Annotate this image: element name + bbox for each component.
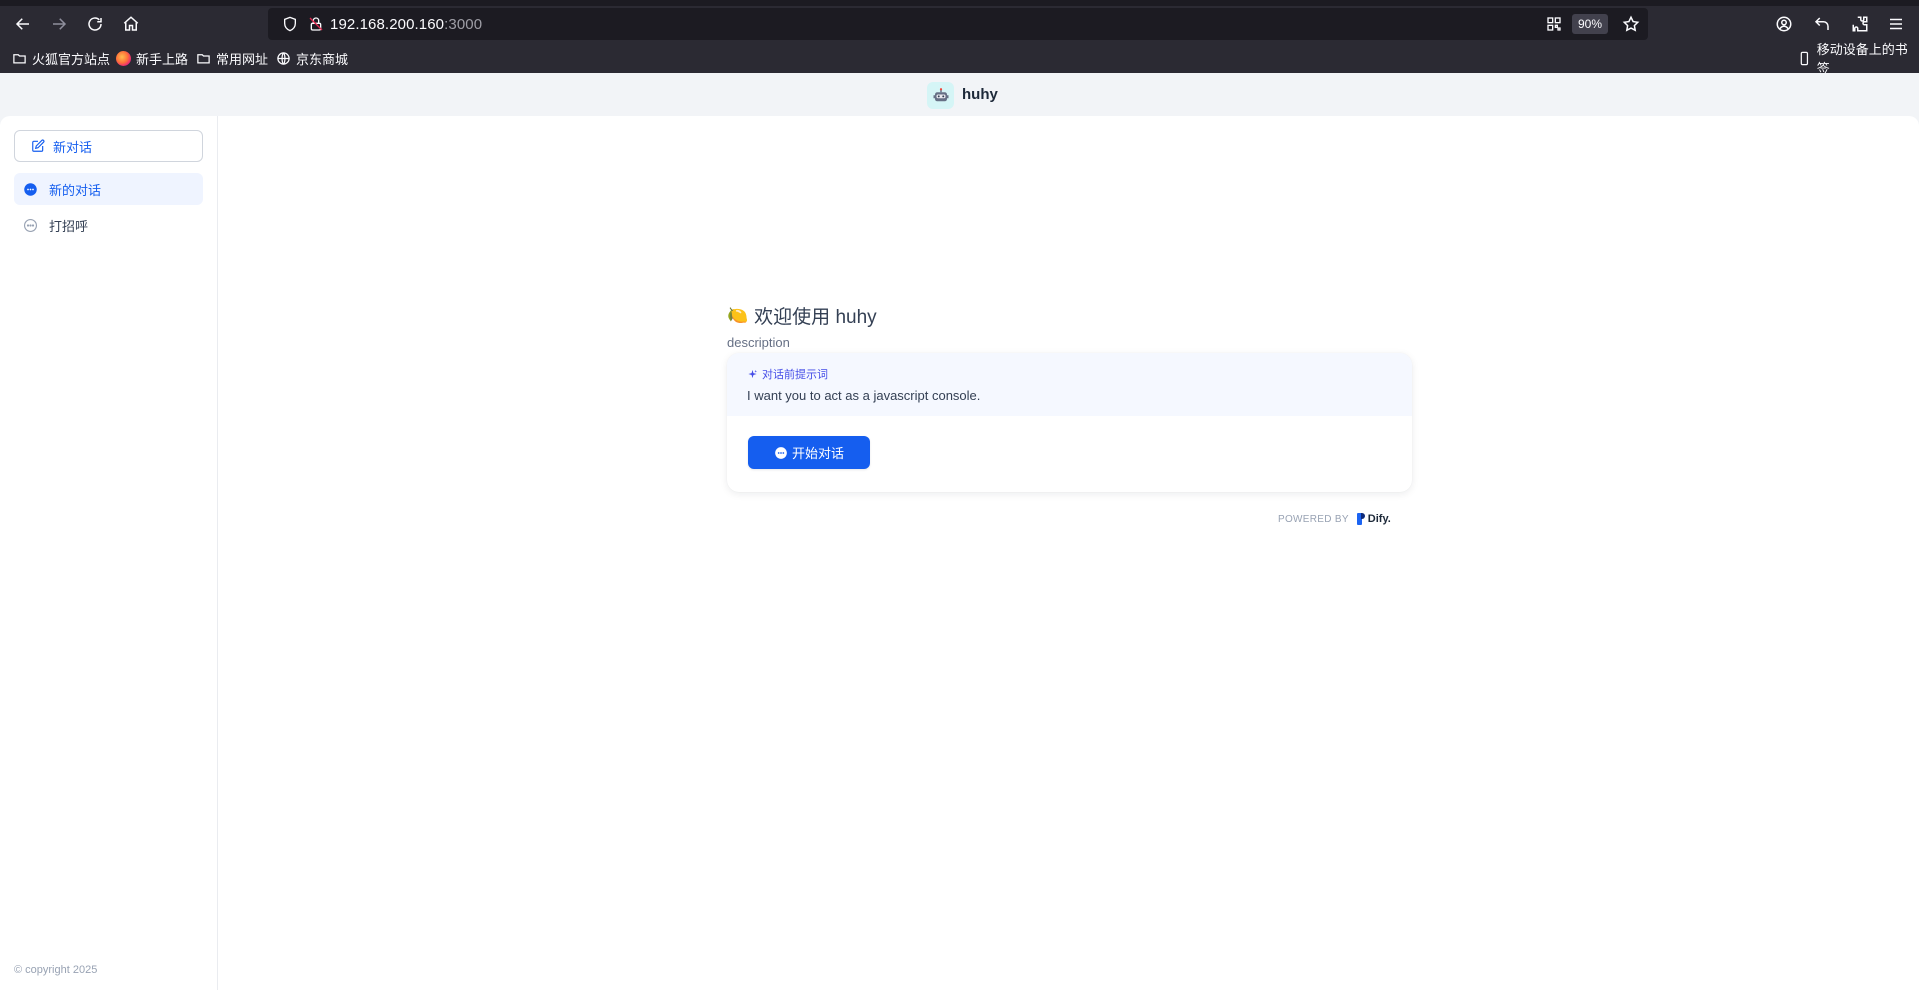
- edit-icon: [32, 139, 45, 152]
- bookmark-item[interactable]: 京东商城: [276, 48, 348, 68]
- back-button[interactable]: [9, 10, 37, 38]
- undo-arrow-icon: [1814, 17, 1829, 30]
- app-emoji: 🍋: [727, 305, 749, 325]
- conversation-item-active[interactable]: 新的对话: [14, 173, 203, 205]
- url-text[interactable]: 192.168.200.160:3000: [330, 16, 482, 33]
- prompt-card: 对话前提示词 I want you to act as a javascript…: [727, 353, 1412, 492]
- start-chat-label: 开始对话: [791, 446, 844, 461]
- welcome-description: description: [727, 335, 790, 350]
- globe-icon: [277, 51, 290, 65]
- reload-button[interactable]: [81, 10, 109, 38]
- bookmark-label: 京东商城: [296, 51, 349, 67]
- browser-toolbar: 192.168.200.160:3000 90%: [0, 6, 1919, 42]
- sparkle-icon: [748, 369, 758, 378]
- arrow-right-icon: [53, 18, 67, 30]
- address-bar[interactable]: 192.168.200.160:3000 90%: [268, 8, 1648, 40]
- prompt-label: 对话前提示词: [747, 366, 828, 382]
- conversation-label: 新的对话: [49, 182, 102, 198]
- bookmark-item[interactable]: 常用网址: [196, 48, 268, 68]
- chat-bubble-outline-icon: [24, 218, 37, 232]
- account-icon: [1776, 16, 1792, 32]
- reload-icon: [88, 17, 102, 31]
- menu-button[interactable]: [1882, 10, 1910, 38]
- bookmark-item[interactable]: 新手上路: [116, 48, 188, 68]
- url-port: :3000: [444, 16, 483, 33]
- shield-icon[interactable]: [282, 16, 298, 32]
- home-button[interactable]: [117, 10, 145, 38]
- conversation-item[interactable]: 打招呼: [14, 209, 203, 241]
- welcome-title-text: 欢迎使用 huhy: [754, 307, 877, 328]
- bookmark-star-icon[interactable]: [1622, 15, 1640, 33]
- url-host: 192.168.200.160: [330, 16, 445, 33]
- home-icon: [123, 16, 139, 31]
- sidebar: 新对话 新的对话 打招呼 © copyright 2025: [0, 116, 218, 990]
- powered-by: POWERED BY Dify.: [1278, 513, 1391, 525]
- prompt-label-text: 对话前提示词: [762, 369, 828, 381]
- mobile-bookmarks-label: 移动设备上的书签: [1816, 42, 1908, 76]
- folder-icon: [197, 53, 210, 63]
- prompt-text: I want you to act as a javascript consol…: [747, 388, 981, 403]
- bookmarks-bar: 火狐官方站点 新手上路 常用网址 京东商城 移动设备上的书签: [0, 42, 1919, 76]
- copyright-text: © copyright 2025: [14, 964, 98, 976]
- mobile-bookmarks[interactable]: 移动设备上的书签: [1797, 42, 1919, 76]
- browser-chrome: 192.168.200.160:3000 90% 火狐官方站点 新手上路 常用网…: [0, 0, 1919, 76]
- prompt-section: 对话前提示词 I want you to act as a javascript…: [727, 353, 1412, 416]
- forward-button[interactable]: [45, 10, 73, 38]
- new-chat-label: 新对话: [53, 139, 93, 155]
- robot-face: [933, 87, 948, 101]
- dify-logo[interactable]: Dify.: [1356, 513, 1391, 525]
- mobile-device-icon: [1800, 51, 1809, 65]
- new-chat-button[interactable]: 新对话: [14, 130, 203, 162]
- chat-bubble-icon: [775, 446, 787, 459]
- start-chat-button[interactable]: 开始对话: [748, 436, 870, 469]
- arrow-left-icon: [15, 18, 29, 30]
- qr-code-icon[interactable]: [1546, 16, 1562, 32]
- main-panel: 新对话 新的对话 打招呼 © copyright 2025 🍋 欢迎使用 huh…: [0, 116, 1919, 990]
- welcome-title: 🍋 欢迎使用 huhy: [727, 302, 877, 329]
- bookmark-label: 火狐官方站点: [32, 51, 111, 67]
- dify-mark-icon: [1356, 513, 1365, 525]
- powered-by-text: POWERED BY: [1278, 513, 1349, 525]
- dify-brand-text: Dify.: [1367, 513, 1391, 525]
- app-header: huhy: [0, 73, 1919, 116]
- bookmark-label: 新手上路: [136, 51, 189, 67]
- folder-icon: [13, 53, 26, 63]
- chat-bubble-icon: [24, 182, 37, 196]
- hamburger-menu-icon: [1890, 18, 1902, 30]
- robot-icon: [927, 82, 954, 109]
- conversation-label: 打招呼: [49, 218, 89, 234]
- bookmark-item[interactable]: 火狐官方站点: [12, 48, 110, 68]
- insecure-lock-icon[interactable]: [308, 16, 324, 32]
- account-button[interactable]: [1770, 10, 1798, 38]
- bookmark-label: 常用网址: [216, 51, 269, 67]
- zoom-level-badge[interactable]: 90%: [1571, 14, 1608, 34]
- puzzle-icon: [1852, 16, 1868, 32]
- undo-button[interactable]: [1808, 10, 1836, 38]
- extensions-button[interactable]: [1846, 10, 1874, 38]
- firefox-icon: [116, 50, 131, 66]
- app-title: huhy: [962, 86, 998, 103]
